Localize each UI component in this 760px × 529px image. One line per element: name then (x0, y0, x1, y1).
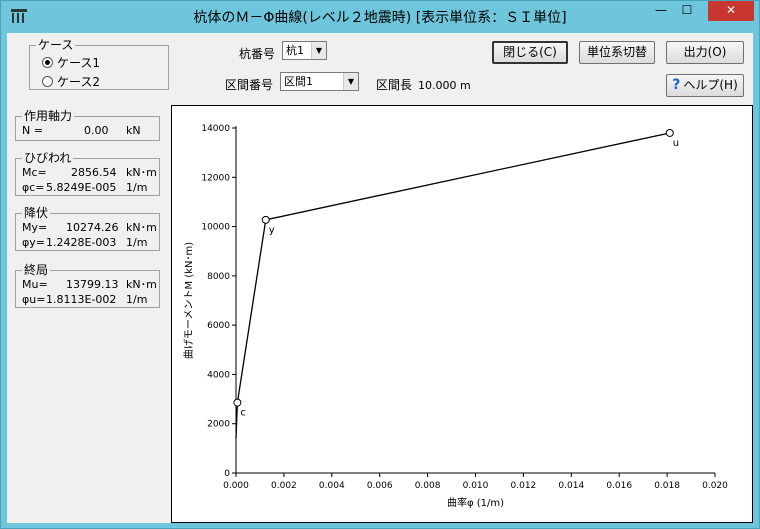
yield-curvature-value: 1.2428E-003 (46, 236, 117, 249)
ultimate-curvature-label: φu= (22, 293, 46, 306)
y-tick-label: 0 (224, 469, 230, 479)
crack-curvature-value: 5.8249E-005 (46, 181, 117, 194)
case-2-label: ケース2 (57, 74, 101, 89)
ultimate-moment-value: 13799.13 (66, 278, 119, 291)
mphi-curve-line (235, 132, 670, 439)
x-tick-label: 0.004 (319, 481, 345, 491)
y-axis-label: 曲げモーメントM (kN･m) (183, 242, 195, 359)
crack-legend: ひびわれ (22, 151, 74, 165)
crack-group: ひびわれ Mc= 2856.54 kN･m φc= 5.8249E-005 1/… (15, 151, 160, 196)
axial-unit: kN (126, 124, 141, 137)
crack-moment-unit: kN･m (126, 166, 157, 179)
x-tick-label: 0.008 (415, 481, 441, 491)
case-group-legend: ケース (36, 38, 76, 52)
x-tick-label: 0.014 (558, 481, 584, 491)
main-window: 杭体のＭ－Φ曲線(レベル２地震時) [表示単位系：ＳＩ単位] — ☐ ✕ ケース… (0, 0, 760, 529)
title-bar[interactable]: 杭体のＭ－Φ曲線(レベル２地震時) [表示単位系：ＳＩ単位] — ☐ ✕ (1, 1, 759, 33)
section-label: 区間番号 (225, 78, 274, 92)
pile-select[interactable]: 杭1 ▼ (282, 41, 327, 60)
yield-moment-label: My= (22, 221, 48, 234)
y-tick-label: 14000 (201, 124, 230, 134)
crack-curvature-unit: 1/m (126, 181, 148, 194)
y-tick-label: 2000 (207, 420, 230, 430)
window-close-button[interactable]: ✕ (708, 1, 754, 21)
help-icon: ? (672, 77, 681, 93)
window-title: 杭体のＭ－Φ曲線(レベル２地震時) [表示単位系：ＳＩ単位] (193, 10, 567, 26)
x-tick-label: 0.020 (702, 481, 728, 491)
point-marker-c (233, 398, 242, 407)
ultimate-curvature-value: 1.8113E-002 (46, 293, 117, 306)
y-tick-label: 6000 (207, 321, 230, 331)
x-tick-label: 0.010 (463, 481, 489, 491)
pile-label: 杭番号 (239, 47, 276, 61)
yield-curvature-unit: 1/m (126, 236, 148, 249)
unit-switch-button[interactable]: 単位系切替 (579, 41, 655, 64)
section-select[interactable]: 区間1 ▼ (280, 72, 359, 91)
crack-moment-label: Mc= (22, 166, 47, 179)
output-button[interactable]: 出力(O) (666, 41, 744, 64)
radio-checked-icon[interactable] (42, 56, 53, 68)
maximize-button[interactable]: ☐ (674, 1, 700, 21)
chevron-down-icon[interactable]: ▼ (311, 42, 326, 59)
x-axis-label: 曲率φ (1/m) (447, 496, 504, 509)
x-tick-label: 0.000 (223, 481, 249, 491)
x-tick-label: 0.012 (511, 481, 537, 491)
point-label-u: u (673, 138, 679, 149)
x-tick-label: 0.018 (654, 481, 680, 491)
close-button[interactable]: 閉じる(C) (492, 41, 568, 64)
point-marker-u (665, 128, 674, 137)
section-length-label: 区間長 (376, 78, 413, 92)
case-2-radio[interactable]: ケース2 (42, 73, 100, 89)
yield-group: 降伏 My= 10274.26 kN･m φy= 1.2428E-003 1/m (15, 206, 160, 251)
minimize-button[interactable]: — (648, 1, 674, 21)
axial-force-legend: 作用軸力 (22, 109, 75, 123)
axial-force-group: 作用軸力 N = 0.00 kN (15, 109, 160, 141)
x-tick-label: 0.006 (367, 481, 393, 491)
case-1-label: ケース1 (57, 55, 101, 70)
help-button-label: ヘルプ(H) (683, 78, 738, 92)
x-tick-label: 0.016 (606, 481, 632, 491)
point-label-c: c (240, 408, 246, 419)
point-marker-y (261, 215, 270, 224)
crack-curvature-label: φc= (22, 181, 45, 194)
yield-legend: 降伏 (22, 206, 51, 220)
ultimate-legend: 終局 (22, 263, 51, 277)
y-tick-label: 10000 (201, 223, 230, 233)
section-select-value: 区間1 (284, 75, 313, 88)
point-label-y: y (269, 225, 275, 236)
client-area: ケース ケース1 ケース2 杭番号 杭1 ▼ 区間番号 区間1 ▼ 区間長 10… (7, 33, 753, 523)
y-tick-label: 8000 (207, 272, 230, 282)
x-tick-label: 0.002 (271, 481, 297, 491)
yield-moment-unit: kN･m (126, 221, 157, 234)
ultimate-group: 終局 Mu= 13799.13 kN･m φu= 1.8113E-002 1/m (15, 263, 160, 308)
yield-curvature-label: φy= (22, 236, 45, 249)
chevron-down-icon[interactable]: ▼ (343, 73, 358, 90)
help-button[interactable]: ? ヘルプ(H) (666, 74, 744, 97)
y-tick-label: 4000 (207, 370, 230, 380)
axial-label: N = (22, 124, 43, 137)
axial-value: 0.00 (84, 124, 109, 137)
case-group: ケース ケース1 ケース2 (29, 38, 169, 90)
chart-panel: 0.000 0.002 0.004 0.006 0.008 0.010 0.012 0.014… (171, 105, 753, 523)
crack-moment-value: 2856.54 (71, 166, 117, 179)
section-length-value: 10.000 m (418, 79, 471, 92)
pile-select-value: 杭1 (286, 44, 304, 57)
radio-unchecked-icon[interactable] (42, 75, 53, 87)
m-phi-chart: 0.000 0.002 0.004 0.006 0.008 0.010 0.012 0.014… (183, 124, 728, 509)
y-tick-label: 12000 (201, 173, 230, 183)
info-panel: 作用軸力 N = 0.00 kN ひびわれ Mc= 2856.54 kN･m φ… (7, 104, 169, 523)
ultimate-moment-label: Mu= (22, 278, 48, 291)
case-1-radio[interactable]: ケース1 (42, 54, 100, 70)
yield-moment-value: 10274.26 (66, 221, 119, 234)
ultimate-curvature-unit: 1/m (126, 293, 148, 306)
ultimate-moment-unit: kN･m (126, 278, 157, 291)
